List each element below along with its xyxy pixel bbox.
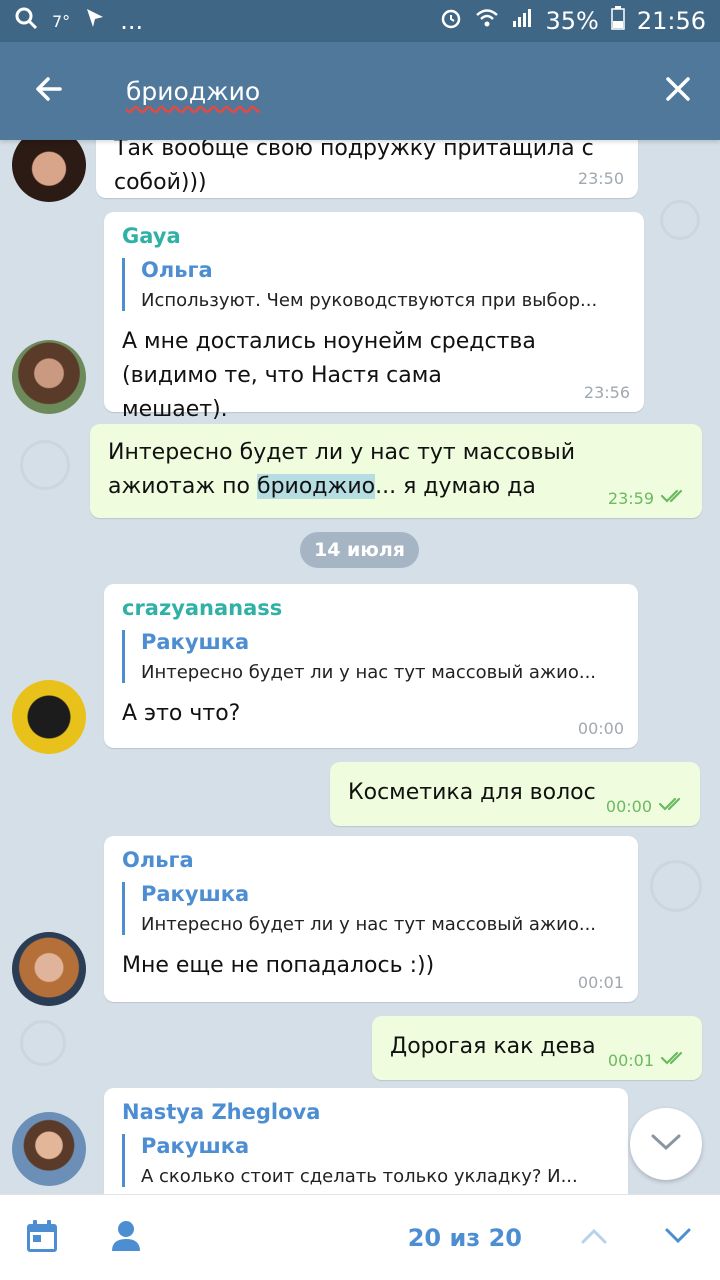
message-bubble[interactable]: Ольга Ракушка Интересно будет ли у нас т… [104, 836, 638, 1002]
message-time-text: 00:01 [607, 1050, 654, 1070]
message-text: Интересно будет ли у нас тут массовый аж… [108, 436, 684, 504]
sender-name[interactable]: crazyananass [122, 596, 620, 620]
reply-name: Ракушка [141, 630, 250, 654]
message-time: 23:50 [577, 169, 624, 188]
user-icon [110, 1219, 142, 1257]
search-header: бриоджио [0, 42, 720, 140]
message-time-text: 00:00 [605, 796, 652, 816]
chevron-up-icon [580, 1227, 608, 1249]
message-bubble[interactable]: Gaya Ольга Используют. Чем руководствуют… [104, 212, 644, 422]
close-search-button[interactable] [636, 42, 720, 140]
reply-text: Интересно будет ли у нас тут массовый аж… [141, 914, 597, 935]
background-doodle [650, 860, 702, 912]
signal-icon [511, 7, 533, 35]
reply-text: Используют. Чем руководствуются при выбо… [141, 290, 598, 311]
search-navigation-bar: 20 из 20 [0, 1194, 720, 1280]
clock: 21:56 [636, 7, 706, 35]
background-doodle [20, 440, 70, 490]
message-bubble-outgoing[interactable]: Интересно будет ли у нас тут массовый аж… [90, 424, 702, 518]
search-highlight: бриоджио [257, 474, 376, 499]
chevron-down-icon [650, 1132, 682, 1156]
message-bubble[interactable]: crazyananass Ракушка Интересно будет ли … [104, 584, 638, 748]
reply-name: Ракушка [141, 882, 250, 906]
close-icon [664, 75, 692, 107]
message-time: 00:00 [606, 796, 686, 816]
wifi-icon [475, 6, 499, 36]
chat-area[interactable]: Так вообще свою подружку притащила с соб… [0, 140, 720, 1194]
calendar-icon [25, 1218, 59, 1258]
reply-quote[interactable]: Ракушка А сколько стоит сделать только у… [122, 1134, 610, 1187]
reply-quote[interactable]: Ракушка Интересно будет ли у нас тут мас… [122, 882, 620, 935]
double-check-icon [660, 488, 688, 508]
avatar[interactable] [12, 1112, 86, 1186]
reply-name: Ракушка [141, 1134, 250, 1158]
double-check-icon [660, 1050, 688, 1070]
arrow-left-icon [32, 73, 64, 109]
avatar[interactable] [12, 140, 86, 202]
battery-percent: 35% [545, 7, 599, 35]
status-bar: 7° ... 35% 21:56 [0, 0, 720, 42]
avatar[interactable] [12, 340, 86, 414]
message-time: 23:59 [608, 488, 688, 508]
calendar-button[interactable] [0, 1195, 84, 1280]
sender-name[interactable]: Nastya Zheglova [122, 1100, 610, 1124]
chevron-down-icon [664, 1227, 692, 1249]
message-bubble-outgoing[interactable]: Дорогая как дева 00:01 [372, 1016, 702, 1080]
message-text: Мне еще не попадалось :)) [122, 953, 435, 978]
message-text: А это что? [122, 701, 241, 726]
reply-quote[interactable]: Ракушка Интересно будет ли у нас тут мас… [122, 630, 620, 683]
message-bubble-outgoing[interactable]: Косметика для волос 00:00 [330, 762, 700, 826]
alarm-icon [439, 6, 463, 36]
message-bubble[interactable]: Так вообще свою подружку притащила с соб… [96, 140, 638, 198]
sender-name[interactable]: Gaya [122, 224, 626, 248]
message-time: 23:56 [583, 383, 630, 402]
previous-result-button[interactable] [552, 1195, 636, 1280]
background-doodle [20, 1020, 66, 1066]
reply-name: Ольга [141, 258, 213, 282]
date-separator: 14 июля [300, 532, 419, 568]
message-time: 00:01 [608, 1050, 688, 1070]
more-notifications: ... [120, 7, 144, 35]
search-result-counter: 20 из 20 [407, 1223, 522, 1252]
search-by-user-button[interactable] [84, 1195, 168, 1280]
avatar[interactable] [12, 932, 86, 1006]
temperature: 7° [52, 11, 71, 31]
message-text: Так вообще свою подружку притащила с соб… [114, 140, 594, 195]
navigation-icon [84, 7, 106, 35]
message-text: А мне достались ноунейм средства (видимо… [122, 329, 536, 422]
message-bubble[interactable]: Nastya Zheglova Ракушка А сколько стоит … [104, 1088, 628, 1194]
background-doodle [660, 200, 700, 240]
search-icon [14, 6, 38, 36]
scroll-to-bottom-button[interactable] [630, 1108, 702, 1180]
search-input[interactable]: бриоджио [126, 77, 260, 106]
reply-text: Интересно будет ли у нас тут массовый аж… [141, 662, 597, 683]
reply-quote[interactable]: Ольга Используют. Чем руководствуются пр… [122, 258, 626, 311]
next-result-button[interactable] [636, 1195, 720, 1280]
avatar[interactable] [12, 680, 86, 754]
sender-name[interactable]: Ольга [122, 848, 620, 872]
battery-icon [611, 6, 625, 36]
message-time-text: 23:59 [607, 488, 654, 508]
back-button[interactable] [0, 42, 96, 140]
double-check-icon [658, 796, 686, 816]
message-text-part: ... я думаю да [375, 474, 536, 499]
reply-text: А сколько стоит сделать только укладку? … [141, 1166, 578, 1187]
message-time: 00:00 [577, 719, 624, 738]
message-time: 00:01 [577, 973, 624, 992]
